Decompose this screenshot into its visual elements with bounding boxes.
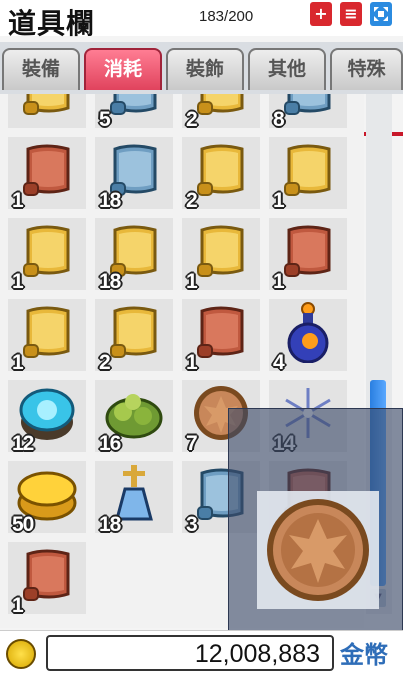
title-bar: 道具欄 183/200 + ≡ xyxy=(0,0,403,40)
item-quantity: 1 xyxy=(186,351,198,374)
item-tooltip xyxy=(228,408,403,638)
tab-etc[interactable]: 其他 xyxy=(248,48,326,90)
item-slot[interactable]: 2 xyxy=(95,299,173,374)
yellow-scroll-icon xyxy=(110,306,157,358)
item-slot[interactable]: 18 xyxy=(95,137,173,212)
item-slot[interactable]: 1 xyxy=(8,542,86,617)
yellow-scroll-icon xyxy=(197,144,244,196)
expand-icon xyxy=(374,7,388,21)
item-slot[interactable]: 16 xyxy=(95,380,173,455)
item-quantity: 50 xyxy=(12,513,34,536)
yellow-scroll-icon xyxy=(23,94,70,115)
expand-button[interactable] xyxy=(370,2,392,26)
window-title: 道具欄 xyxy=(8,7,96,40)
item-quantity: 1 xyxy=(12,189,24,212)
category-tabs: 裝備 消耗 裝飾 其他 特殊 xyxy=(0,42,403,136)
item-quantity: 1 xyxy=(273,270,285,293)
tab-special[interactable]: 特殊 xyxy=(330,48,403,90)
item-quantity: 18 xyxy=(99,513,121,536)
coin-icon xyxy=(6,639,36,669)
blue-scroll-icon xyxy=(110,94,157,115)
blue-potion-icon xyxy=(287,302,329,363)
item-slot[interactable]: 1 xyxy=(8,218,86,293)
item-slot[interactable]: 1 xyxy=(182,218,260,293)
item-quantity: 3 xyxy=(186,513,198,536)
item-slot[interactable]: 1 xyxy=(269,218,347,293)
item-slot[interactable]: 1 xyxy=(182,299,260,374)
item-quantity: 1 xyxy=(12,351,24,374)
item-quantity: 2 xyxy=(186,108,198,131)
item-slot[interactable]: 5 xyxy=(95,94,173,131)
yellow-scroll-icon xyxy=(197,225,244,277)
meso-amount: 12,008,883 xyxy=(194,640,320,668)
menu-button[interactable]: ≡ xyxy=(340,2,362,26)
item-slot[interactable]: 2 xyxy=(182,137,260,212)
yellow-scroll-icon xyxy=(197,94,244,115)
item-slot[interactable]: 12 xyxy=(8,380,86,455)
item-quantity: 1 xyxy=(186,270,198,293)
item-slot[interactable]: 50 xyxy=(8,461,86,536)
item-quantity: 18 xyxy=(99,270,121,293)
plus-button[interactable]: + xyxy=(310,2,332,26)
item-quantity: 7 xyxy=(186,432,198,455)
slot-count: 183/200 xyxy=(199,8,254,25)
tab-consume[interactable]: 消耗 xyxy=(84,48,162,90)
yellow-scroll-icon xyxy=(23,306,70,358)
tab-equip[interactable]: 裝備 xyxy=(2,48,80,90)
item-quantity: 8 xyxy=(273,108,285,131)
item-quantity: 2 xyxy=(99,351,111,374)
red-scroll-icon xyxy=(23,144,70,196)
item-quantity: 1 xyxy=(273,189,285,212)
item-quantity: 4 xyxy=(273,351,285,374)
item-quantity: 18 xyxy=(99,189,121,212)
meso-display: 12,008,883 xyxy=(46,635,334,671)
item-slot[interactable]: 18 xyxy=(95,218,173,293)
item-slot[interactable]: 4 xyxy=(269,299,347,374)
item-slot[interactable]: 2 xyxy=(182,94,260,131)
item-quantity: 16 xyxy=(99,432,121,455)
bronze-coin-icon xyxy=(267,499,369,601)
red-scroll-icon xyxy=(197,306,244,358)
item-slot[interactable]: 1 xyxy=(269,137,347,212)
item-quantity: 1 xyxy=(12,594,24,617)
item-slot[interactable]: 1 xyxy=(8,299,86,374)
item-quantity: 5 xyxy=(99,108,111,131)
item-slot[interactable]: 18 xyxy=(95,461,173,536)
meso-label: 金幣 xyxy=(340,641,388,669)
tooltip-preview xyxy=(257,491,379,609)
blue-scroll-icon xyxy=(284,94,331,115)
tab-setup[interactable]: 裝飾 xyxy=(166,48,244,90)
yellow-scroll-icon xyxy=(23,225,70,277)
red-scroll-icon xyxy=(284,225,331,277)
item-slot[interactable]: 1 xyxy=(8,137,86,212)
item-quantity: 12 xyxy=(12,432,34,455)
item-quantity: 1 xyxy=(12,270,24,293)
item-slot[interactable] xyxy=(8,94,86,128)
red-scroll-icon xyxy=(23,549,70,601)
yellow-scroll-icon xyxy=(284,144,331,196)
meso-bar: 12,008,883 金幣 xyxy=(0,630,403,674)
item-slot[interactable]: 8 xyxy=(269,94,347,131)
item-quantity: 2 xyxy=(186,189,198,212)
